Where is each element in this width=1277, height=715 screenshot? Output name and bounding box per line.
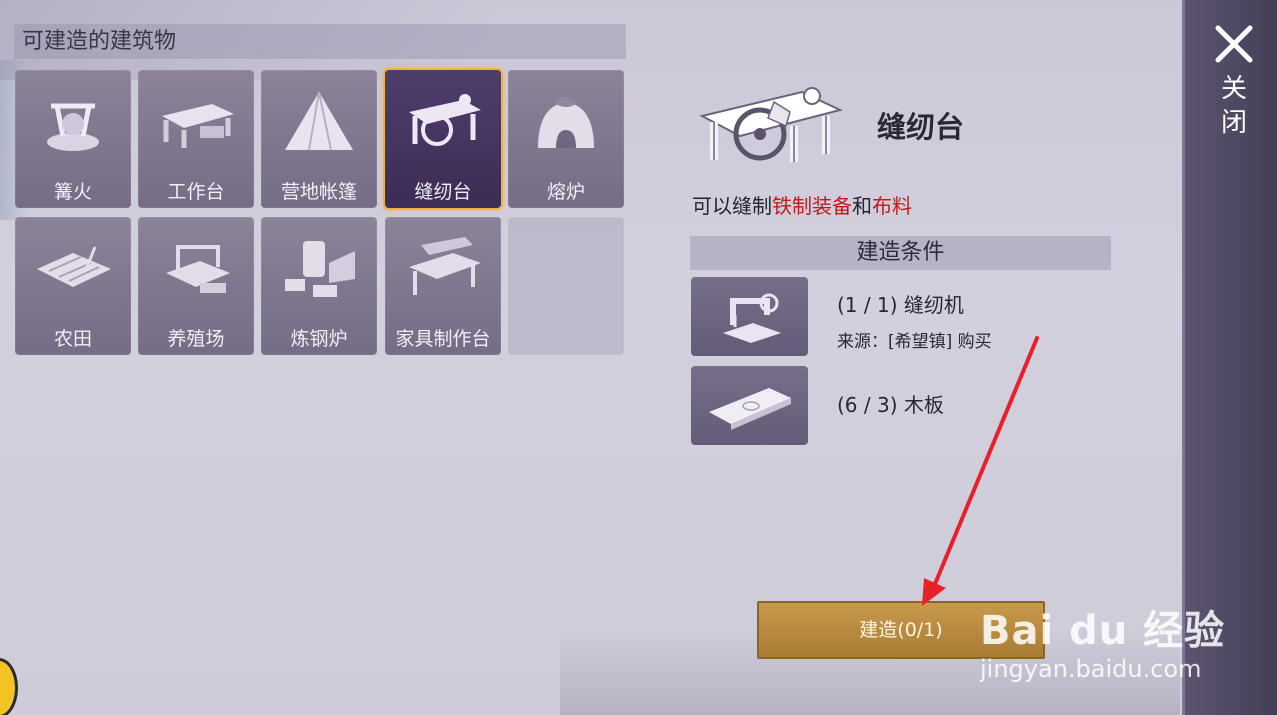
building-tile-farmland[interactable]: 农田 — [15, 217, 131, 355]
sewing-table-icon — [409, 94, 481, 146]
requirement-item-sewing-machine[interactable] — [691, 277, 808, 356]
building-tile-furniture-bench[interactable]: 家具制作台 — [385, 217, 501, 355]
detail-description: 可以缝制铁制装备和布料 — [692, 190, 912, 219]
building-label: 营地帐篷 — [280, 181, 357, 203]
building-tile-furnace[interactable]: 熔炉 — [508, 70, 624, 208]
wood-plank-icon — [709, 388, 791, 430]
workbench-icon — [162, 104, 234, 148]
desc-join: 和 — [852, 194, 872, 218]
building-label: 篝火 — [53, 181, 92, 203]
requirement-source: 来源：[希望镇] 购买 — [837, 332, 992, 352]
building-tile-tent[interactable]: 营地帐篷 — [261, 70, 377, 208]
building-label: 缝纫台 — [414, 181, 472, 203]
sewing-table-icon — [699, 87, 843, 162]
requirement-item-wood-plank[interactable] — [691, 366, 808, 445]
desc-prefix: 可以缝制 — [692, 194, 772, 218]
building-tile-campfire[interactable]: 篝火 — [15, 70, 131, 208]
requirements-header: 建造条件 — [690, 236, 1111, 270]
requirement-text: (6 / 3) 木板 — [837, 393, 944, 417]
building-label: 家具制作台 — [395, 328, 491, 350]
furniture-bench-icon — [409, 237, 481, 295]
building-list-header: 可建造的建筑物 — [14, 24, 626, 59]
furnace-icon — [538, 97, 594, 148]
requirement-text: (1 / 1) 缝纫机 — [837, 293, 964, 317]
building-label: 工作台 — [167, 181, 225, 203]
building-tile-ranch[interactable]: 养殖场 — [138, 217, 254, 355]
watermark-logo: Bai du 经验 — [980, 608, 1226, 654]
watermark-url: jingyan.baidu.com — [980, 655, 1202, 683]
tent-icon — [285, 91, 353, 151]
detail-title: 缝纫台 — [877, 110, 965, 144]
sewing-machine-icon — [723, 293, 781, 343]
building-tile-empty — [508, 217, 624, 355]
building-label: 农田 — [53, 328, 92, 350]
steel-furnace-icon — [285, 241, 355, 297]
farmland-icon — [37, 246, 111, 287]
building-label: 熔炉 — [546, 181, 585, 203]
desc-highlight-iron-gear: 铁制装备 — [772, 194, 852, 218]
building-label: 炼钢炉 — [290, 328, 348, 350]
building-tile-workbench[interactable]: 工作台 — [138, 70, 254, 208]
close-label[interactable]: 关闭 — [1214, 72, 1254, 140]
building-label: 养殖场 — [167, 328, 225, 350]
campfire-icon — [47, 103, 99, 151]
desc-highlight-cloth: 布料 — [872, 194, 912, 218]
building-tile-sewing-table[interactable]: 缝纫台 — [385, 70, 501, 208]
close-icon[interactable] — [1214, 24, 1254, 64]
ranch-icon — [166, 245, 230, 293]
building-tile-steel-furnace[interactable]: 炼钢炉 — [261, 217, 377, 355]
corner-badge-icon[interactable] — [0, 658, 18, 715]
